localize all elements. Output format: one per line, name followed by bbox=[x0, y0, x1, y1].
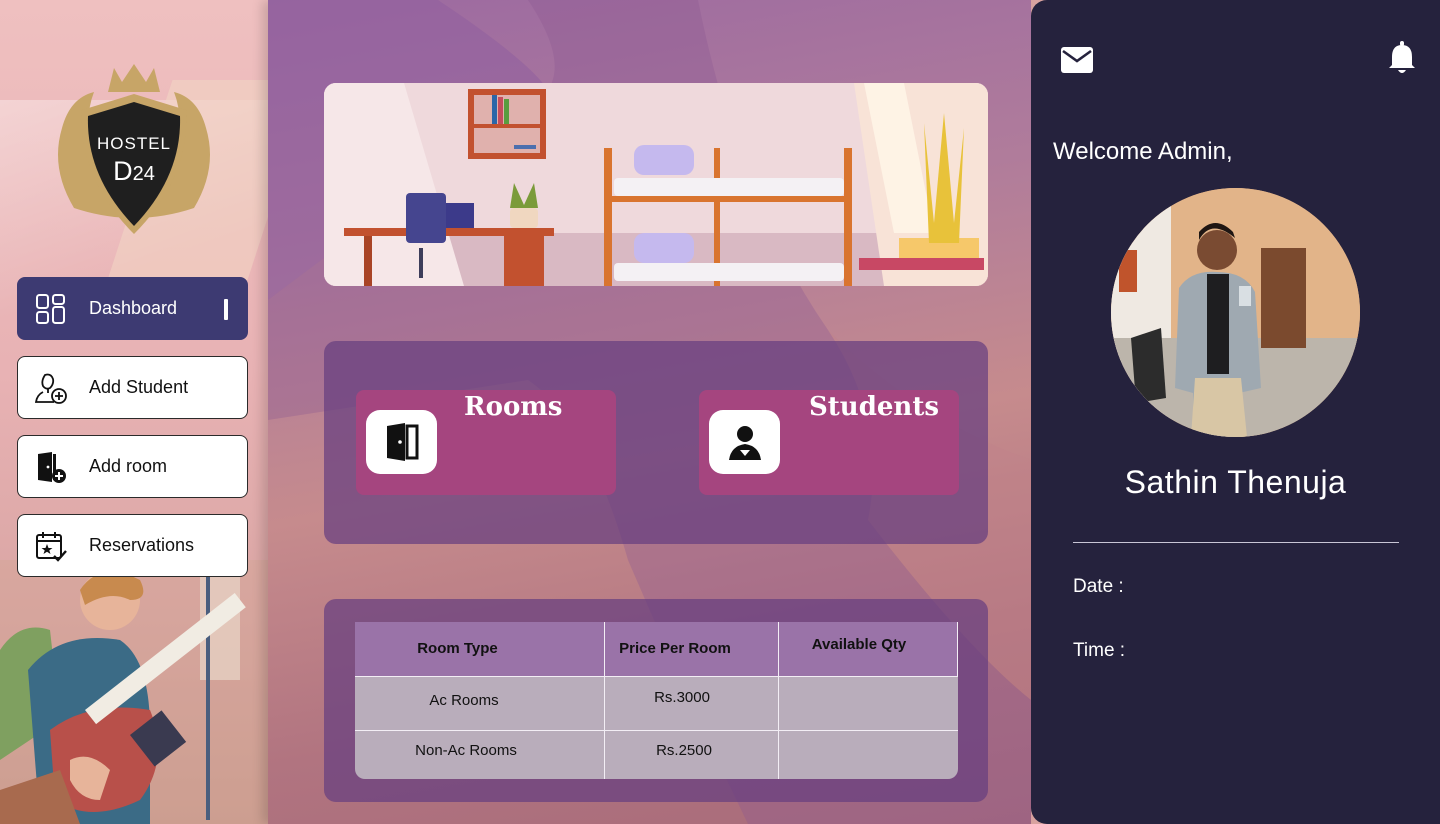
profile-panel: Welcome Admin, Sathin Thenuja Date : Tim… bbox=[1031, 0, 1440, 824]
table-header-price: Price Per Room bbox=[619, 640, 731, 657]
room-table-panel: Room Type Price Per Room Available Qty A… bbox=[324, 599, 988, 802]
add-student-icon bbox=[34, 373, 67, 404]
rooms-card-title: Rooms bbox=[464, 392, 563, 422]
profile-divider bbox=[1073, 542, 1399, 543]
active-indicator bbox=[224, 299, 228, 320]
sidebar-item-add-student[interactable]: Add Student bbox=[17, 356, 248, 419]
table-row-divider bbox=[355, 730, 958, 731]
user-name: Sathin Thenuja bbox=[1124, 464, 1347, 500]
sidebar-item-dashboard[interactable]: Dashboard bbox=[17, 277, 248, 340]
bell-icon[interactable] bbox=[1387, 40, 1417, 76]
sidebar-item-add-room[interactable]: Add room bbox=[17, 435, 248, 498]
main-content: Rooms Students Room Type Price Per Room … bbox=[268, 0, 1031, 824]
profile-photo bbox=[1111, 188, 1360, 437]
rooms-card[interactable]: Rooms bbox=[356, 390, 616, 495]
logo-number: 24 bbox=[132, 163, 155, 185]
students-card-title: Students bbox=[809, 392, 939, 422]
welcome-text: Welcome Admin, bbox=[1053, 138, 1233, 165]
time-label: Time : bbox=[1073, 640, 1126, 661]
logo-text-hostel: HOSTEL bbox=[96, 134, 172, 153]
student-icon bbox=[728, 426, 761, 460]
table-header-room-type: Room Type bbox=[417, 640, 498, 657]
dashboard-grid-icon bbox=[36, 294, 65, 324]
sidebar-item-label: Dashboard bbox=[89, 298, 178, 318]
room-table: Room Type Price Per Room Available Qty A… bbox=[355, 622, 958, 779]
table-cell-price: Rs.2500 bbox=[656, 742, 712, 759]
date-label: Date : bbox=[1073, 576, 1124, 597]
sidebar: HOSTEL D24 Dashboard Add Student Add roo… bbox=[0, 0, 268, 824]
calendar-star-icon bbox=[36, 532, 67, 562]
stats-panel: Rooms Students bbox=[324, 341, 988, 544]
dorm-room-banner bbox=[324, 83, 988, 286]
students-card[interactable]: Students bbox=[699, 390, 959, 495]
door-icon bbox=[386, 423, 418, 461]
table-cell-room-type: Ac Rooms bbox=[429, 692, 499, 709]
sidebar-item-reservations[interactable]: Reservations bbox=[17, 514, 248, 577]
sidebar-item-label: Add Student bbox=[89, 377, 189, 397]
sidebar-item-label: Reservations bbox=[89, 535, 195, 555]
avatar bbox=[1111, 188, 1360, 437]
logo-letter: D bbox=[113, 156, 133, 186]
table-cell-price: Rs.3000 bbox=[654, 689, 710, 706]
mail-icon[interactable] bbox=[1060, 45, 1094, 75]
logo-text-d24: D24 bbox=[84, 156, 184, 187]
add-room-icon bbox=[38, 452, 66, 483]
guitarist-illustration bbox=[0, 560, 268, 824]
dorm-room-illustration bbox=[324, 83, 988, 286]
table-column-divider bbox=[957, 622, 958, 676]
table-header-available-qty: Available Qty bbox=[811, 636, 907, 653]
table-row-divider bbox=[355, 676, 958, 677]
sidebar-item-label: Add room bbox=[89, 456, 168, 476]
table-cell-room-type: Non-Ac Rooms bbox=[415, 742, 517, 759]
students-icon-box bbox=[709, 410, 780, 474]
rooms-icon-box bbox=[366, 410, 437, 474]
